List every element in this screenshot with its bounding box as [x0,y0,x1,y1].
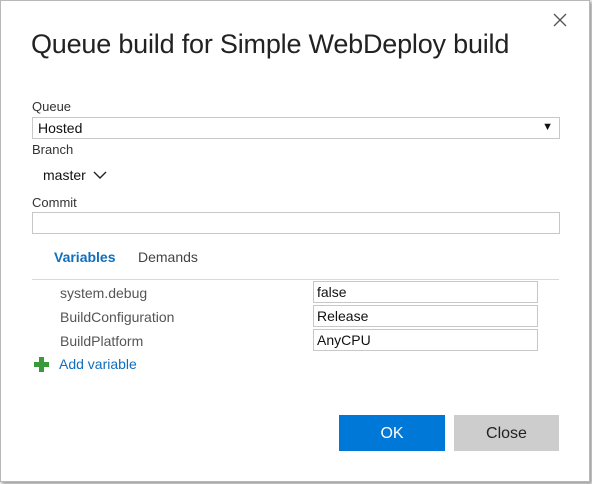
close-button[interactable]: Close [454,415,559,451]
tab-demands[interactable]: Demands [138,249,198,265]
dialog-title: Queue build for Simple WebDeploy build [31,29,510,59]
add-variable-label: Add variable [59,356,137,372]
add-variable-button[interactable]: Add variable [34,356,137,372]
queue-label: Queue [32,99,72,114]
close-icon[interactable] [551,11,569,29]
branch-selector[interactable]: master [43,167,108,183]
variable-name-system-debug: system.debug [60,285,148,301]
tab-variables[interactable]: Variables [54,249,116,265]
variable-value-system-debug[interactable] [313,281,538,303]
commit-input[interactable] [32,212,560,234]
branch-value: master [43,167,86,183]
chevron-down-icon [93,171,107,179]
queue-select[interactable]: Hosted ▼ [32,117,560,139]
queue-build-dialog: Queue build for Simple WebDeploy build Q… [0,0,590,482]
variable-name-build-configuration: BuildConfiguration [60,309,175,325]
variable-value-build-configuration[interactable] [313,305,538,327]
tabs-divider [32,279,559,280]
queue-selected-value: Hosted [38,120,83,136]
variable-name-build-platform: BuildPlatform [60,333,144,349]
variable-value-build-platform[interactable] [313,329,538,351]
dropdown-caret-icon: ▼ [542,121,553,133]
ok-button[interactable]: OK [339,415,445,451]
plus-icon [34,356,49,372]
branch-label: Branch [32,142,74,157]
commit-label: Commit [32,195,77,210]
